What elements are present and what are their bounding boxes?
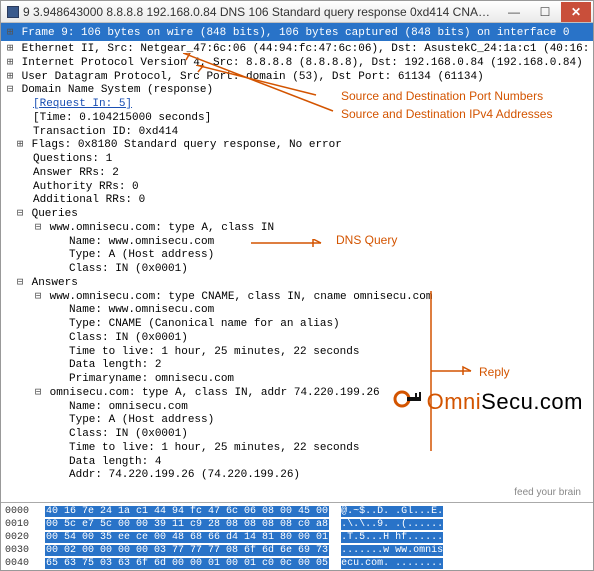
- expand-icon[interactable]: ⊞: [5, 71, 15, 85]
- hex-bytes[interactable]: 00 54 00 35 ee ce 00 48 68 66 d4 14 81 8…: [45, 532, 329, 543]
- hex-pane[interactable]: 0000 40 16 7e 24 1a c1 44 94 fc 47 6c 06…: [1, 502, 593, 570]
- packet-details-pane[interactable]: ⊞ Ethernet II, Src: Netgear_47:6c:06 (44…: [1, 41, 593, 501]
- window-titlebar: 9 3.948643000 8.8.8.8 192.168.0.84 DNS 1…: [1, 1, 593, 23]
- ans1-pname: Primaryname: omnisecu.com: [5, 373, 589, 387]
- collapse-icon[interactable]: ⊟: [5, 84, 15, 98]
- txid-row: Transaction ID: 0xd414: [5, 126, 589, 140]
- ans2-summary[interactable]: omnisecu.com: type A, class IN, addr 74.…: [50, 387, 380, 399]
- collapse-icon[interactable]: ⊟: [33, 387, 43, 401]
- request-in-link[interactable]: [Request In: 5]: [33, 98, 132, 110]
- hex-bytes[interactable]: 65 63 75 03 63 6f 6d 00 00 01 00 01 c0 0…: [45, 558, 329, 569]
- flags-row[interactable]: Flags: 0x8180 Standard query response, N…: [32, 139, 342, 151]
- ans1-name: Name: www.omnisecu.com: [5, 304, 589, 318]
- authority-rrs-row: Authority RRs: 0: [5, 181, 589, 195]
- ans1-summary[interactable]: www.omnisecu.com: type CNAME, class IN, …: [50, 291, 433, 303]
- window-title: 9 3.948643000 8.8.8.8 192.168.0.84 DNS 1…: [23, 5, 498, 19]
- frame-summary-row[interactable]: ⊞ Frame 9: 106 bytes on wire (848 bits),…: [1, 23, 593, 41]
- logo-brand2: Secu: [481, 389, 533, 414]
- query-summary[interactable]: www.omnisecu.com: type A, class IN: [50, 222, 274, 234]
- hex-offset: 0030: [5, 544, 39, 557]
- query-type: Type: A (Host address): [5, 249, 589, 263]
- minimize-button[interactable]: —: [499, 2, 529, 22]
- expand-icon[interactable]: ⊞: [5, 25, 15, 39]
- collapse-icon[interactable]: ⊟: [33, 291, 43, 305]
- hex-bytes[interactable]: 00 02 00 00 00 00 03 77 77 77 08 6f 6d 6…: [45, 545, 329, 556]
- additional-rrs-row: Additional RRs: 0: [5, 194, 589, 208]
- key-icon: [393, 388, 423, 415]
- hex-ascii: @.~$..D. .Gl...E.: [341, 506, 443, 517]
- udp-row[interactable]: User Datagram Protocol, Src Port: domain…: [22, 71, 484, 83]
- hex-ascii: .T.5...H hf......: [341, 532, 443, 543]
- hex-bytes[interactable]: 00 5c e7 5c 00 00 39 11 c9 28 08 08 08 0…: [45, 519, 329, 530]
- collapse-icon[interactable]: ⊟: [15, 277, 25, 291]
- dns-root[interactable]: Domain Name System (response): [22, 84, 213, 96]
- expand-icon[interactable]: ⊞: [15, 139, 25, 153]
- maximize-button[interactable]: ☐: [530, 2, 560, 22]
- ans2-class: Class: IN (0x0001): [5, 428, 589, 442]
- queries-header[interactable]: Queries: [32, 208, 78, 220]
- logo-brand1: Omni: [427, 389, 482, 414]
- hex-ascii: ecu.com. ........: [341, 558, 443, 569]
- ans2-type: Type: A (Host address): [5, 414, 589, 428]
- collapse-icon[interactable]: ⊟: [33, 222, 43, 236]
- ip-row[interactable]: Internet Protocol Version 4, Src: 8.8.8.…: [22, 57, 583, 69]
- answer-rrs-row: Answer RRs: 2: [5, 167, 589, 181]
- logo-tagline: feed your brain: [514, 487, 581, 500]
- ans1-class: Class: IN (0x0001): [5, 332, 589, 346]
- hex-offset: 0010: [5, 518, 39, 531]
- app-icon: [7, 6, 19, 18]
- query-class: Class: IN (0x0001): [5, 263, 589, 277]
- questions-row: Questions: 1: [5, 153, 589, 167]
- hex-ascii: .\.\..9. .(......: [341, 519, 443, 530]
- hex-ascii: .......w ww.omnis: [341, 545, 443, 556]
- ans2-addr: Addr: 74.220.199.26 (74.220.199.26): [5, 469, 589, 483]
- time-row: [Time: 0.104215000 seconds]: [5, 112, 589, 126]
- ans2-ttl: Time to live: 1 hour, 25 minutes, 22 sec…: [5, 442, 589, 456]
- hex-bytes[interactable]: 40 16 7e 24 1a c1 44 94 fc 47 6c 06 08 0…: [45, 506, 329, 517]
- hex-offset: 0000: [5, 505, 39, 518]
- hex-offset: 0040: [5, 557, 39, 570]
- close-button[interactable]: ✕: [561, 2, 591, 22]
- ans1-type: Type: CNAME (Canonical name for an alias…: [5, 318, 589, 332]
- ans1-dlen: Data length: 2: [5, 359, 589, 373]
- query-name: Name: www.omnisecu.com: [5, 236, 589, 250]
- brand-logo: OmniSecu.com: [393, 388, 583, 416]
- frame-summary-text: Frame 9: 106 bytes on wire (848 bits), 1…: [22, 27, 570, 39]
- logo-suffix: .com: [533, 389, 583, 414]
- collapse-icon[interactable]: ⊟: [15, 208, 25, 222]
- ethernet-row[interactable]: Ethernet II, Src: Netgear_47:6c:06 (44:9…: [22, 43, 590, 55]
- answers-header[interactable]: Answers: [32, 277, 78, 289]
- expand-icon[interactable]: ⊞: [5, 57, 15, 71]
- ans1-ttl: Time to live: 1 hour, 25 minutes, 22 sec…: [5, 346, 589, 360]
- hex-offset: 0020: [5, 531, 39, 544]
- ans2-dlen: Data length: 4: [5, 456, 589, 470]
- expand-icon[interactable]: ⊞: [5, 43, 15, 57]
